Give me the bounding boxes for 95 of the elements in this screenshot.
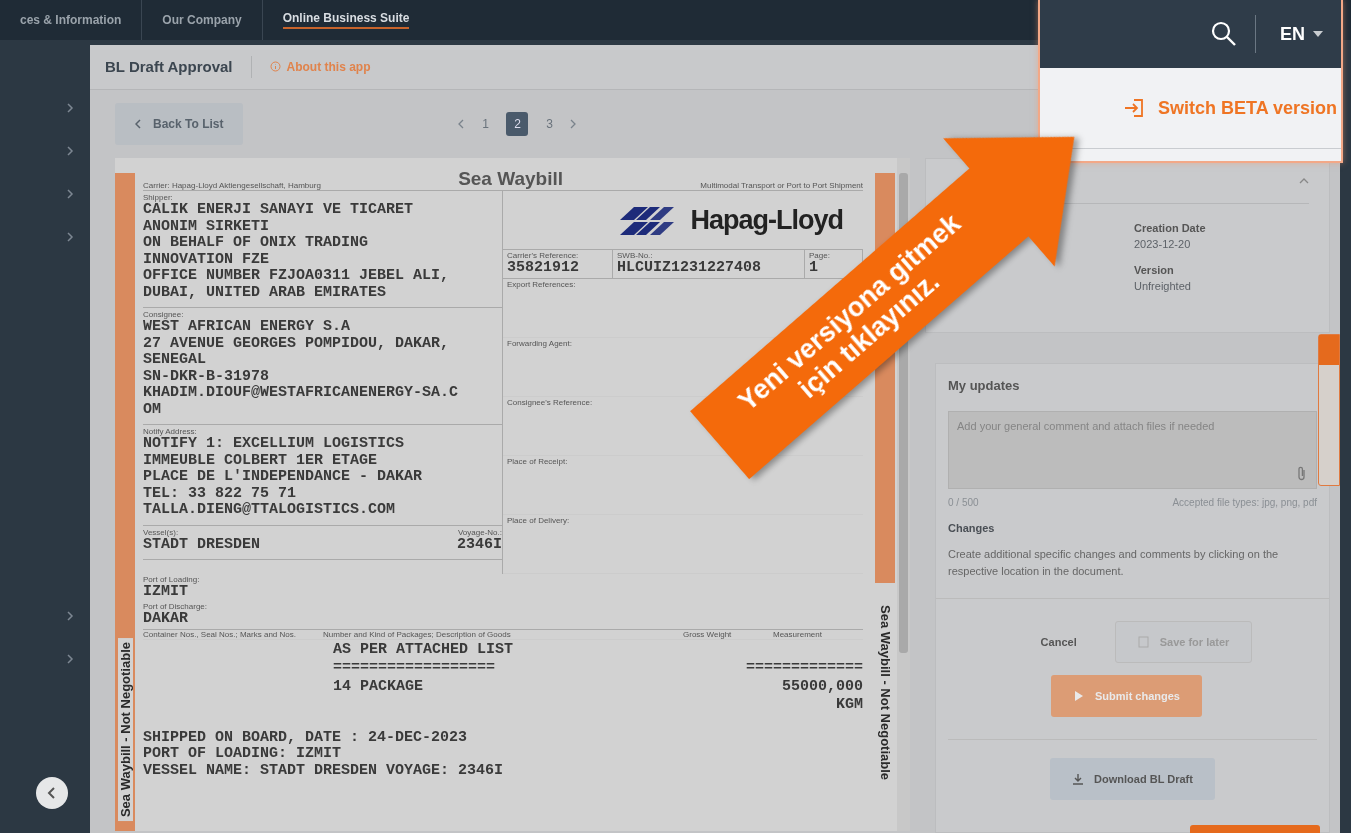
changes-description: Create additional specific changes and comments by clicking on the respective location in the document. (948, 547, 1280, 579)
goods-text: 14 PACKAGE (332, 677, 423, 695)
goods-text: ================== (332, 659, 496, 676)
field-label: Shipper: (143, 193, 173, 202)
field-label: Notify Address: (143, 427, 198, 436)
paperclip-icon[interactable] (1297, 465, 1307, 481)
column-header: Number and Kind of Packages; Description of Goods (323, 629, 512, 639)
shipment-type: Multimodal Transport or Port to Port Shipment (700, 181, 863, 190)
field-label: Consignee: (143, 310, 185, 319)
address-line: TEL: 33 822 75 71 (143, 485, 298, 502)
side-label: Sea Waybill - Not Negotiable (117, 637, 133, 821)
cancel-button[interactable]: Cancel (1012, 621, 1105, 663)
back-button[interactable]: Back To List (115, 102, 244, 145)
reference-value: 1 (809, 260, 818, 277)
chevron-up-icon (1299, 178, 1309, 184)
vessel-name: STADT DRESDEN (143, 536, 261, 553)
address-line: PLACE DE L'INDEPENDANCE - DAKAR (143, 469, 424, 486)
port-name: IZMIT (143, 583, 188, 600)
chevron-icon (67, 189, 74, 199)
field-label: Port of Loading: (143, 574, 201, 584)
section-title: Changes (948, 522, 996, 534)
reference-value: 35821912 (507, 260, 580, 277)
search-icon[interactable] (1211, 21, 1237, 47)
chevron-icon (67, 654, 74, 664)
chevron-icon (67, 146, 74, 156)
field-label: Creation Date (1134, 222, 1207, 234)
field-label: Page: (809, 251, 831, 260)
save-icon (1137, 636, 1150, 648)
chevron-left-icon (458, 118, 465, 129)
chevron-icon (67, 232, 74, 242)
nav-link[interactable]: Online Business Suite (282, 11, 410, 29)
language-selector[interactable]: EN (1274, 22, 1329, 46)
address-line: 27 AVENUE GEORGES POMPIDOU, DAKAR, (143, 335, 451, 352)
address-line: KHADIM.DIOUF@WESTAFRICANENERGY-SA.C (143, 385, 460, 402)
nav-link[interactable]: ces & Information (20, 13, 122, 27)
download-button[interactable]: Download BL Draft (1050, 758, 1215, 800)
logo-text: Hapag-Lloyd (690, 204, 843, 236)
field-value: 2023-12-20 (1134, 238, 1192, 250)
column-header: Container Nos., Seal Nos.; Marks and Nos. (143, 629, 297, 639)
address-line: TALLA.DIENG@TTALOGISTICS.COM (143, 502, 397, 519)
page-button[interactable]: 2 (506, 111, 529, 136)
weight-text: 55000,000 (782, 677, 863, 695)
field-label: Port of Discharge: (143, 602, 209, 611)
column-header: Measurement (773, 629, 823, 639)
address-line: DUBAI, UNITED ARAB EMIRATES (143, 284, 388, 301)
field-label: Export References: (507, 279, 577, 289)
address-line: SENEGAL (143, 352, 207, 369)
download-icon (1072, 773, 1085, 785)
weight-text: KGM (836, 696, 863, 713)
carrier-text: Carrier: Hapag-Lloyd Aktiengesellschaft, Hamburg (143, 181, 321, 190)
info-icon (269, 61, 281, 73)
document-title: Sea Waybill (458, 168, 563, 190)
page-button[interactable]: 3 (538, 111, 561, 136)
field-label: Version (1134, 264, 1175, 276)
field-label: Place of Delivery: (507, 515, 571, 525)
address-line: ON BEHALF OF ONIX TRADING (143, 235, 370, 252)
field-label: Voyage-No.: (457, 527, 502, 537)
nav-link[interactable]: Our Company (162, 13, 242, 27)
address-line: NOTIFY 1: EXCELLIUM LOGISTICS (143, 436, 406, 453)
remark-line: PORT OF LOADING: IZMIT (143, 746, 343, 763)
address-line: SN-DKR-B-31978 (143, 368, 271, 385)
field-label: Place of Receipt: (507, 456, 569, 466)
address-line: CALIK ENERJI SANAYI VE TICARET (143, 202, 415, 219)
address-line: ANONIM SIRKETI (143, 218, 271, 235)
port-name: DAKAR (143, 611, 188, 628)
section-title: My updates (948, 378, 1021, 393)
field-label: Carrier's Reference: (507, 251, 580, 260)
play-icon (1073, 690, 1085, 702)
field-value: Unfreighted (1134, 280, 1192, 292)
menu-item[interactable]: Switch BETA version (1123, 97, 1337, 119)
remark-line: VESSEL NAME: STADT DRESDEN VOYAGE: 2346I (143, 762, 505, 779)
page-title: BL Draft Approval (105, 58, 233, 76)
chevron-left-icon (135, 118, 141, 129)
chevron-icon (67, 611, 74, 621)
address-line: WEST AFRICAN ENERGY S.A (143, 319, 352, 336)
sign-in-icon (1123, 99, 1144, 117)
field-label: SWB-No.: (617, 251, 654, 260)
column-header: Gross Weight (683, 629, 733, 639)
page-button[interactable]: 1 (474, 111, 497, 136)
collapse-icon[interactable] (36, 777, 68, 809)
voyage-number: 2346I (457, 536, 502, 553)
remark-line: SHIPPED ON BOARD, DATE : 24-DEC-2023 (143, 729, 469, 746)
chevron-right-icon (570, 118, 577, 129)
reference-value: HLCUIZ1231227408 (617, 260, 763, 277)
feedback-tab[interactable] (1318, 334, 1340, 486)
field-label: Vessel(s): (143, 527, 179, 537)
chevron-icon (67, 103, 74, 113)
address-line: OM (143, 401, 162, 418)
address-line: INNOVATION FZE (143, 251, 271, 268)
address-line: IMMEUBLE COLBERT 1ER ETAGE (143, 452, 379, 469)
goods-text: AS PER ATTACHED LIST (332, 640, 514, 658)
weight-text: ============= (745, 659, 863, 676)
caret-down-icon (1313, 31, 1323, 37)
file-types-hint: Accepted file types: jpg, png, pdf (1172, 497, 1317, 508)
address-line: OFFICE NUMBER FZJOA0311 JEBEL ALI, (143, 268, 451, 285)
